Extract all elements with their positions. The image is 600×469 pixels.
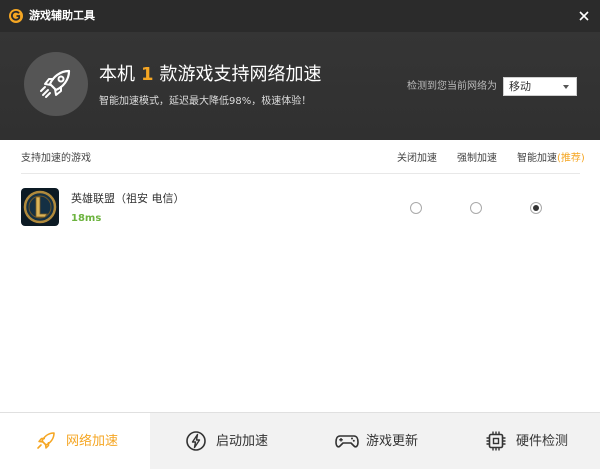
rocket-icon [37,432,55,449]
nav-hardware-check[interactable]: 硬件检测 [450,413,600,469]
rocket-icon [40,69,71,98]
nav-network-accel[interactable]: 网络加速 [0,413,150,469]
mode-off-radio[interactable] [410,202,422,214]
headline-subtitle: 智能加速模式，延迟最大降低98%，极速体验！ [99,96,312,107]
header-divider [21,173,580,174]
table-row: 英雄联盟（祖安 电信） 18ms [0,182,600,232]
lightning-icon [186,431,206,451]
column-header-off: 关闭加速 [397,153,437,164]
column-header-smart: 智能加速(推荐) [517,152,585,166]
close-icon[interactable] [574,6,594,26]
chip-icon [486,431,506,451]
nav-label: 游戏更新 [366,434,419,449]
game-name: 英雄联盟（祖安 电信） [71,192,185,205]
network-label: 检测到您当前网络为 [407,81,497,92]
nav-label: 硬件检测 [516,434,569,449]
network-select[interactable]: 移动 [503,77,577,96]
app-title: 游戏辅助工具 [29,9,95,22]
game-count: 1 [141,64,154,85]
game-ping: 18ms [71,213,102,224]
nav-label: 启动加速 [216,434,269,449]
headline: 本机 1 款游戏支持网络加速 [99,62,322,88]
game-icon [21,188,59,226]
column-header-game: 支持加速的游戏 [21,153,91,164]
headline-prefix: 本机 [99,64,135,85]
mode-smart-radio[interactable] [530,202,542,214]
nav-label: 网络加速 [66,434,119,449]
column-header-force: 强制加速 [457,153,497,164]
nav-game-update[interactable]: 游戏更新 [300,413,450,469]
nav-start-accel[interactable]: 启动加速 [150,413,300,469]
headline-suffix: 款游戏支持网络加速 [159,64,322,85]
gamepad-icon [335,435,359,448]
network-select-value: 移动 [509,80,531,93]
title-bar: 游戏辅助工具 [0,0,600,32]
app-logo-icon [9,9,23,23]
mode-force-radio[interactable] [470,202,482,214]
recommended-tag: (推荐) [557,153,585,164]
rocket-badge [24,52,88,116]
chevron-down-icon [563,85,569,89]
bottom-nav: 网络加速 启动加速 游戏更新 硬件检测 [0,412,600,469]
column-header-smart-label: 智能加速 [517,153,557,164]
header-banner: 本机 1 款游戏支持网络加速 智能加速模式，延迟最大降低98%，极速体验！ 检测到您… [0,32,600,140]
